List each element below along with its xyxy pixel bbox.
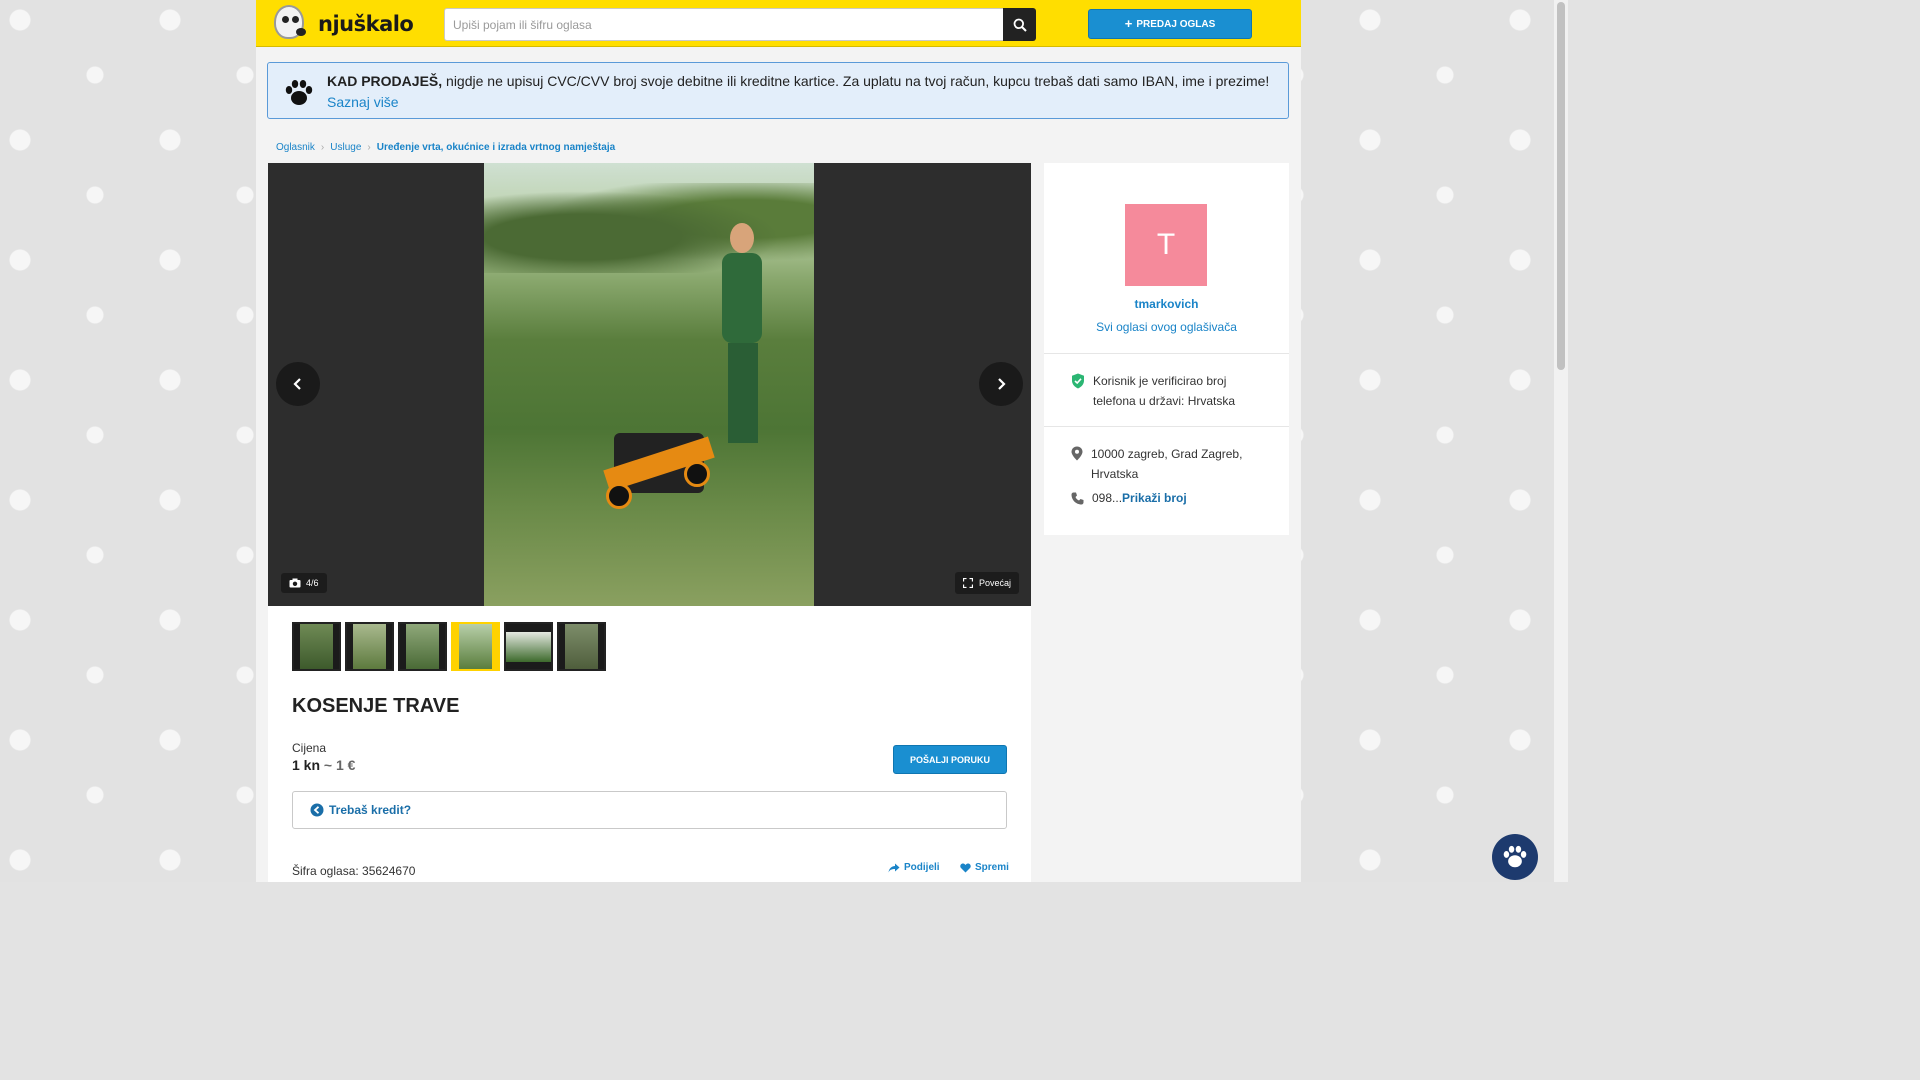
- plus-icon: +: [1124, 16, 1133, 31]
- paw-icon: [285, 80, 313, 105]
- camera-icon: [289, 578, 301, 588]
- share-label: Podijeli: [904, 862, 940, 873]
- thumbnail-5[interactable]: [504, 622, 553, 671]
- heart-icon: [960, 863, 971, 872]
- logo-text: njuškalo: [318, 12, 414, 36]
- image-gallery: 4/6 Povećaj: [268, 163, 1031, 606]
- phone-icon: [1071, 492, 1084, 504]
- main-photo[interactable]: [484, 163, 814, 606]
- chevron-left-icon: [293, 378, 301, 390]
- credit-label: Trebaš kredit?: [329, 803, 412, 817]
- share-icon: [888, 863, 900, 872]
- paw-icon: [1503, 845, 1527, 868]
- page-scrollbar[interactable]: [1554, 0, 1568, 882]
- ad-code: Šifra oglasa: 35624670: [292, 864, 416, 878]
- seller-phone: 098... Prikaži broj: [1071, 491, 1187, 505]
- send-message-button[interactable]: POŠALJI PORUKU: [893, 745, 1007, 774]
- search-icon: [1013, 18, 1027, 32]
- price-label: Cijena: [292, 741, 327, 755]
- chevron-right-icon: [998, 378, 1006, 390]
- ad-title: KOSENJE TRAVE: [292, 695, 460, 717]
- sell-ad-button[interactable]: + PREDAJ OGLAS: [1088, 9, 1252, 39]
- chevron-right-icon: ›: [320, 142, 325, 153]
- price: 1 kn ~ 1 €: [292, 757, 356, 773]
- enlarge-button[interactable]: Povećaj: [954, 572, 1019, 594]
- image-counter: 4/6: [281, 573, 327, 593]
- search-bar: [444, 8, 1036, 41]
- logo[interactable]: njuškalo: [266, 2, 414, 46]
- location-text: 10000 zagreb, Grad Zagreb, Hrvatska: [1091, 447, 1243, 481]
- thumbnail-3[interactable]: [398, 622, 447, 671]
- location-pin-icon: [1071, 446, 1083, 461]
- chat-button[interactable]: [1492, 834, 1538, 880]
- thumbnail-strip: [292, 622, 606, 671]
- breadcrumb: Oglasnik › Usluge › Uređenje vrta, okućn…: [276, 142, 615, 153]
- notice-message: KAD PRODAJEŠ, nigdje ne upisuj CVC/CVV b…: [327, 73, 1270, 89]
- verified-shield-icon: [1072, 373, 1084, 389]
- page-container: njuškalo + PREDAJ OGLAS KAD PRODAJEŠ, ni…: [256, 0, 1301, 882]
- seller-all-ads-link[interactable]: Svi oglasi ovog oglašivača: [1044, 320, 1289, 334]
- divider: [1044, 353, 1289, 354]
- seller-avatar[interactable]: T: [1125, 204, 1207, 286]
- next-image-button[interactable]: [979, 362, 1023, 406]
- enlarge-label: Povećaj: [978, 578, 1011, 588]
- divider: [1044, 426, 1289, 427]
- sell-ad-label: PREDAJ OGLAS: [1136, 18, 1216, 30]
- security-notice: KAD PRODAJEŠ, nigdje ne upisuj CVC/CVV b…: [267, 62, 1289, 119]
- chevron-right-icon: ›: [367, 142, 371, 153]
- seller-name[interactable]: tmarkovich: [1044, 297, 1289, 311]
- image-counter-text: 4/6: [306, 578, 319, 588]
- save-button[interactable]: Spremi: [960, 862, 1009, 873]
- dog-mascot-icon: [266, 2, 316, 46]
- share-button[interactable]: Podijeli: [888, 862, 940, 873]
- thumbnail-6[interactable]: [557, 622, 606, 671]
- breadcrumb-item-usluge[interactable]: Usluge: [330, 142, 361, 153]
- learn-more-link[interactable]: Saznaj više: [327, 94, 399, 110]
- breadcrumb-item-oglasnik[interactable]: Oglasnik: [276, 142, 315, 153]
- save-label: Spremi: [975, 862, 1009, 873]
- credit-icon: [310, 803, 324, 817]
- ad-details-card: KOSENJE TRAVE Cijena 1 kn ~ 1 € POŠALJI …: [268, 606, 1031, 882]
- verified-phone-info: Korisnik je verificirao broj telefona u …: [1071, 371, 1271, 411]
- scrollbar-thumb[interactable]: [1557, 2, 1565, 370]
- thumbnail-4[interactable]: [451, 622, 500, 671]
- verified-text: Korisnik je verificirao broj telefona u …: [1093, 374, 1236, 408]
- fullscreen-icon: [962, 578, 973, 588]
- search-input[interactable]: [444, 8, 1003, 41]
- thumbnail-1[interactable]: [292, 622, 341, 671]
- header: njuškalo + PREDAJ OGLAS: [256, 0, 1301, 47]
- seller-panel: T tmarkovich Svi oglasi ovog oglašivača …: [1044, 163, 1289, 535]
- phone-prefix: 098...: [1092, 491, 1123, 505]
- previous-image-button[interactable]: [276, 362, 320, 406]
- seller-location: 10000 zagreb, Grad Zagreb, Hrvatska: [1071, 444, 1271, 484]
- show-phone-link[interactable]: Prikaži broj: [1122, 491, 1187, 505]
- credit-offer[interactable]: Trebaš kredit?: [292, 791, 1007, 829]
- breadcrumb-item-category[interactable]: Uređenje vrta, okućnice i izrada vrtnog …: [377, 142, 615, 153]
- thumbnail-2[interactable]: [345, 622, 394, 671]
- search-button[interactable]: [1003, 8, 1036, 41]
